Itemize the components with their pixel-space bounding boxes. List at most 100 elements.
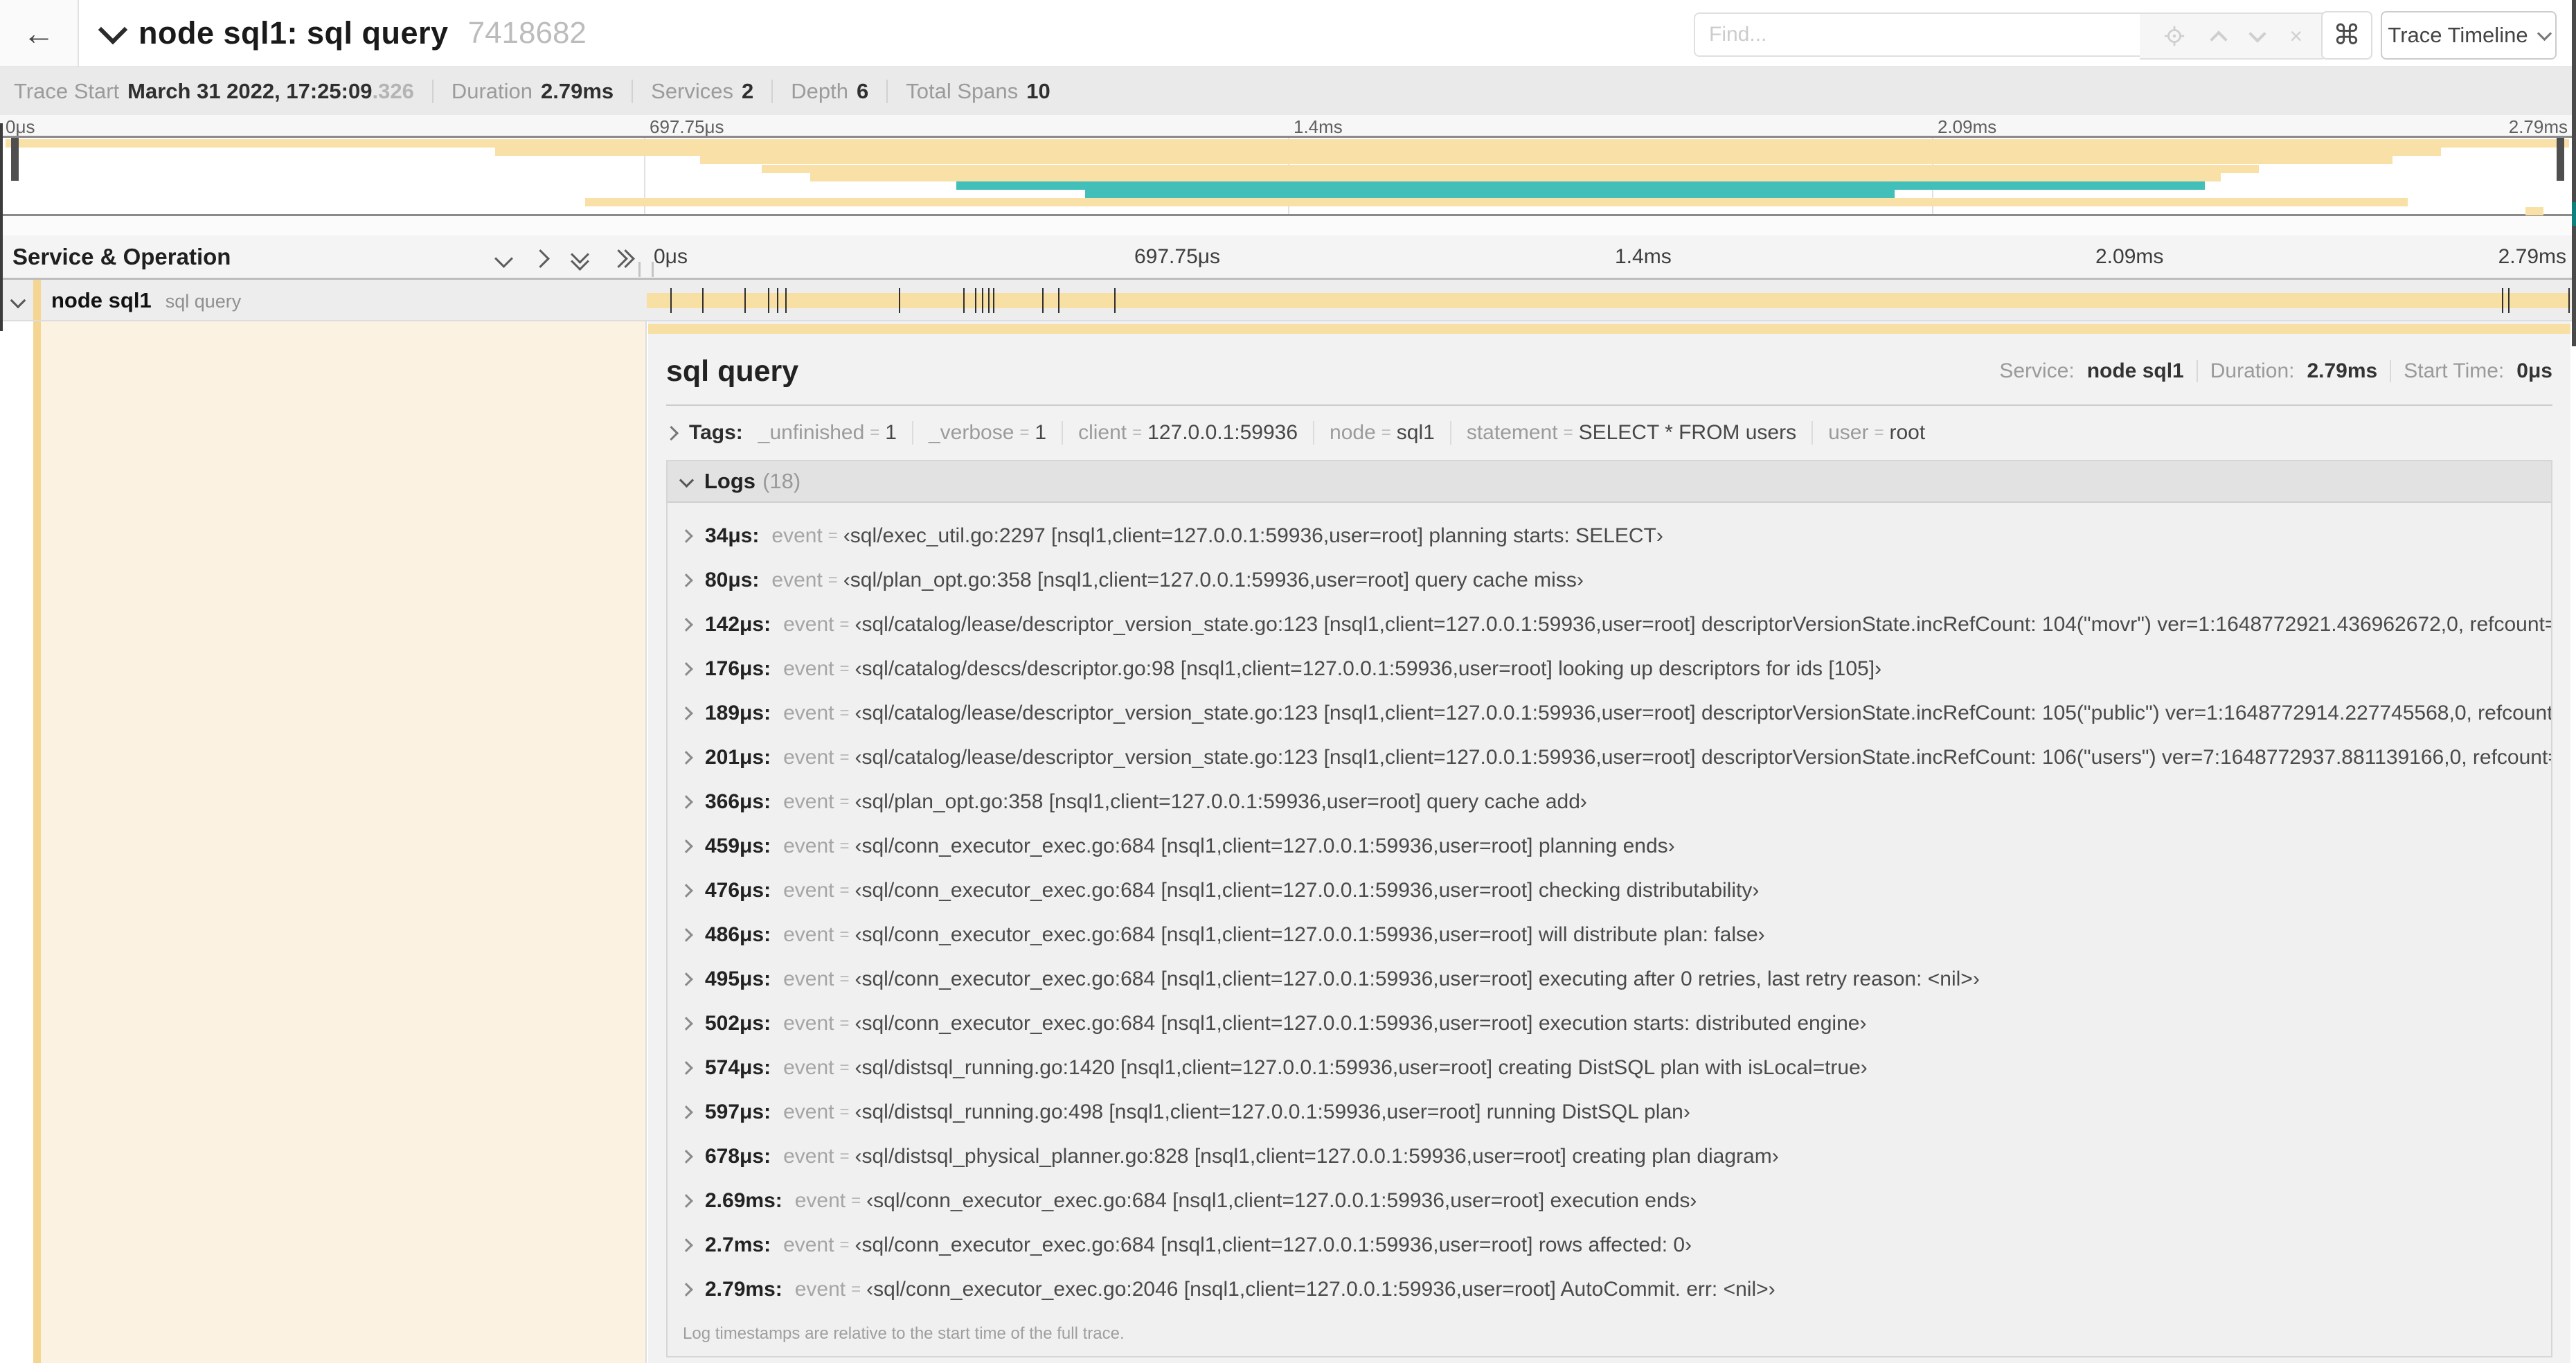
tag-value: 1 xyxy=(1035,421,1047,444)
equals-sign: = xyxy=(839,970,850,988)
tag-value: 127.0.0.1:59936 xyxy=(1147,421,1298,444)
find-prev-icon[interactable] xyxy=(2210,30,2228,48)
log-row[interactable]: 2.69ms: event = ‹sql/conn_executor_exec.… xyxy=(668,1179,2551,1223)
log-field-value: ‹sql/catalog/descs/descriptor.go:98 [nsq… xyxy=(855,657,1882,680)
log-field-key: event xyxy=(783,746,834,769)
equals-sign: = xyxy=(839,1014,850,1033)
scrollbar-track[interactable] xyxy=(2572,0,2576,346)
chevron-down-icon xyxy=(2537,26,2552,41)
view-selector-label: Trace Timeline xyxy=(2388,23,2528,47)
service-color-stripe xyxy=(33,321,41,1363)
chevron-right-icon xyxy=(679,972,693,986)
tag-key: client xyxy=(1078,421,1127,444)
log-field-key: event xyxy=(783,968,834,990)
equals-sign: = xyxy=(839,837,850,855)
chevron-right-icon xyxy=(679,1017,693,1031)
tag-key: statement xyxy=(1466,421,1558,444)
log-row[interactable]: 502μs: event = ‹sql/conn_executor_exec.g… xyxy=(668,1001,2551,1046)
chevron-down-icon xyxy=(679,472,695,488)
log-time: 597μs: xyxy=(705,1101,771,1123)
log-row[interactable]: 201μs: event = ‹sql/catalog/lease/descri… xyxy=(668,736,2551,780)
collapse-one-level-icon[interactable] xyxy=(531,249,550,268)
keyboard-shortcuts-button[interactable]: ⌘ xyxy=(2321,11,2372,60)
scrollbar-teal-marker xyxy=(2572,202,2576,226)
log-row[interactable]: 34μs: event = ‹sql/exec_util.go:2297 [ns… xyxy=(668,514,2551,558)
log-tick xyxy=(785,288,787,313)
divider xyxy=(666,404,2552,406)
find-next-icon[interactable] xyxy=(2248,25,2266,43)
divider xyxy=(1313,421,1315,445)
duration-value: 2.79ms xyxy=(2307,359,2378,382)
expand-all-icon[interactable] xyxy=(571,245,589,271)
chevron-right-icon xyxy=(679,529,693,543)
focus-target-icon[interactable] xyxy=(2163,24,2186,48)
find-input[interactable] xyxy=(1695,23,2141,46)
minimap-canvas[interactable] xyxy=(0,136,2576,216)
log-row[interactable]: 495μs: event = ‹sql/conn_executor_exec.g… xyxy=(668,957,2551,1001)
minimap-span-bar xyxy=(584,198,2408,207)
collapse-trace-chevron-icon[interactable] xyxy=(98,15,128,45)
collapse-children-chevron-icon[interactable] xyxy=(10,292,26,309)
service-color-stripe xyxy=(33,280,41,320)
log-row[interactable]: 142μs: event = ‹sql/catalog/lease/descri… xyxy=(668,603,2551,647)
column-resizer[interactable] xyxy=(638,262,654,277)
log-field-key: event xyxy=(783,1101,834,1123)
equals-sign: = xyxy=(839,925,850,944)
log-row[interactable]: 80μs: event = ‹sql/plan_opt.go:358 [nsql… xyxy=(668,558,2551,603)
tag-item[interactable]: _verbose = 1 xyxy=(929,421,1046,445)
equals-sign: = xyxy=(870,423,880,442)
tag-value: root xyxy=(1889,421,1926,444)
expand-one-level-icon[interactable] xyxy=(494,249,513,268)
tag-key: node xyxy=(1330,421,1376,444)
logs-header[interactable]: Logs (18) xyxy=(668,461,2551,503)
find-clear-icon[interactable]: × xyxy=(2289,25,2302,47)
log-row[interactable]: 366μs: event = ‹sql/plan_opt.go:358 [nsq… xyxy=(668,780,2551,824)
log-field-key: event xyxy=(783,790,834,813)
span-bar-area[interactable] xyxy=(647,280,2570,321)
span-detail-row: sql query Service: node sql1 Duration: 2.7… xyxy=(0,321,2576,1363)
minimap-left-drag-handle[interactable] xyxy=(11,138,19,181)
minimap-right-drag-handle[interactable] xyxy=(2557,138,2564,181)
tags-accordion[interactable]: Tags: _unfinished = 1 _verbose = 1 clien… xyxy=(663,421,2552,445)
chevron-right-icon xyxy=(679,928,693,942)
minimap-span-bars xyxy=(6,139,2569,215)
tag-key: user xyxy=(1828,421,1869,444)
log-row[interactable]: 486μs: event = ‹sql/conn_executor_exec.g… xyxy=(668,913,2551,957)
log-row[interactable]: 176μs: event = ‹sql/catalog/descs/descri… xyxy=(668,647,2551,691)
collapse-all-icon[interactable] xyxy=(609,248,635,269)
log-field-key: event xyxy=(783,1012,834,1035)
service-label: Service: xyxy=(1999,359,2075,382)
span-row[interactable]: node sql1 sql query xyxy=(0,280,2576,321)
tag-item[interactable]: client = 127.0.0.1:59936 xyxy=(1078,421,1298,445)
equals-sign: = xyxy=(1874,423,1884,442)
trace-id: 7418682 xyxy=(467,16,587,50)
tag-item[interactable]: user = root xyxy=(1828,421,1925,445)
columns-header: Service & Operation 0μs 697.75μs 1.4ms 2… xyxy=(0,235,2576,280)
log-row[interactable]: 189μs: event = ‹sql/catalog/lease/descri… xyxy=(668,691,2551,736)
trace-start-value: March 31 2022, 17:25:09 xyxy=(127,78,373,103)
equals-sign: = xyxy=(828,526,838,545)
log-row[interactable]: 459μs: event = ‹sql/conn_executor_exec.g… xyxy=(668,824,2551,868)
minimap-span-bar xyxy=(762,164,2260,173)
log-row[interactable]: 574μs: event = ‹sql/distsql_running.go:1… xyxy=(668,1046,2551,1090)
log-row[interactable]: 476μs: event = ‹sql/conn_executor_exec.g… xyxy=(668,868,2551,913)
divider xyxy=(431,79,433,103)
depth-value: 6 xyxy=(857,78,869,103)
view-selector-button[interactable]: Trace Timeline xyxy=(2381,11,2557,60)
log-row[interactable]: 597μs: event = ‹sql/distsql_running.go:4… xyxy=(668,1090,2551,1134)
tag-item[interactable]: statement = SELECT * FROM users xyxy=(1467,421,1796,445)
duration-label: Duration xyxy=(451,78,533,103)
divider xyxy=(2196,360,2198,382)
chevron-right-icon xyxy=(679,1150,693,1164)
back-button[interactable]: ← xyxy=(0,0,79,66)
log-row[interactable]: 2.79ms: event = ‹sql/conn_executor_exec.… xyxy=(668,1267,2551,1312)
logs-label: Logs xyxy=(704,469,756,493)
log-field-key: event xyxy=(783,702,834,724)
tag-item[interactable]: _unfinished = 1 xyxy=(758,421,897,445)
service-operation-header: Service & Operation xyxy=(12,244,231,269)
span-duration-bar[interactable] xyxy=(647,293,2570,308)
log-row[interactable]: 678μs: event = ‹sql/distsql_physical_pla… xyxy=(668,1134,2551,1179)
log-row[interactable]: 2.7ms: event = ‹sql/conn_executor_exec.g… xyxy=(668,1223,2551,1267)
log-tick xyxy=(701,288,704,313)
tag-item[interactable]: node = sql1 xyxy=(1330,421,1435,445)
